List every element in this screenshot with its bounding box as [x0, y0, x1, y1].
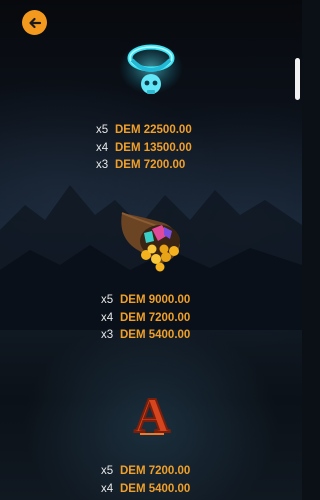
payout-row: x4 DEM 7200.00 — [101, 310, 190, 328]
scrollbar-thumb[interactable] — [295, 58, 300, 100]
payout-amount: DEM 5400.00 — [120, 482, 191, 495]
payout-row: x4 DEM 13500.00 — [96, 140, 192, 158]
multiplier: x5 — [101, 465, 114, 477]
multiplier: x5 — [96, 124, 109, 136]
multiplier: x5 — [101, 294, 114, 306]
multiplier: x4 — [96, 141, 109, 154]
back-button[interactable] — [22, 10, 47, 35]
payout-row: x3 DEM 5400.00 — [101, 327, 190, 345]
payout-row: x5 DEM 22500.00 — [96, 122, 192, 140]
payout-amount: DEM 7200.00 — [120, 465, 191, 477]
letter-a-icon: A — [133, 386, 171, 440]
arrow-left-icon — [28, 17, 41, 28]
scrollbar[interactable] — [294, 0, 302, 500]
multiplier: x3 — [96, 159, 109, 171]
letter-a-glyph: A — [134, 387, 170, 440]
payout-row: x4 DEM 5400.00 — [101, 481, 190, 499]
multiplier: x4 — [101, 311, 114, 324]
symbol-2-paytable: x5 DEM 9000.00 x4 DEM 7200.00 x3 DEM 5400.0… — [101, 292, 190, 345]
payout-amount: DEM 22500.00 — [115, 124, 192, 136]
payout-amount: DEM 7200.00 — [115, 159, 186, 171]
payout-row: x3 DEM 7200.00 — [96, 157, 192, 175]
symbol-3-paytable: x5 DEM 7200.00 x4 DEM 5400.00 — [101, 463, 190, 498]
treasure-cornucopia-icon — [121, 212, 180, 272]
payout-row: x5 DEM 7200.00 — [101, 463, 190, 481]
payout-amount: DEM 5400.00 — [120, 329, 191, 341]
payout-amount: DEM 7200.00 — [120, 311, 191, 324]
symbol-1-paytable: x5 DEM 22500.00 x4 DEM 13500.00 x3 DEM 7200… — [96, 122, 192, 175]
payout-amount: DEM 9000.00 — [120, 294, 191, 306]
multiplier: x4 — [101, 482, 114, 495]
payout-row: x5 DEM 9000.00 — [101, 292, 190, 310]
skull-ring-icon — [119, 42, 183, 94]
payout-amount: DEM 13500.00 — [115, 141, 192, 154]
multiplier: x3 — [101, 329, 114, 341]
